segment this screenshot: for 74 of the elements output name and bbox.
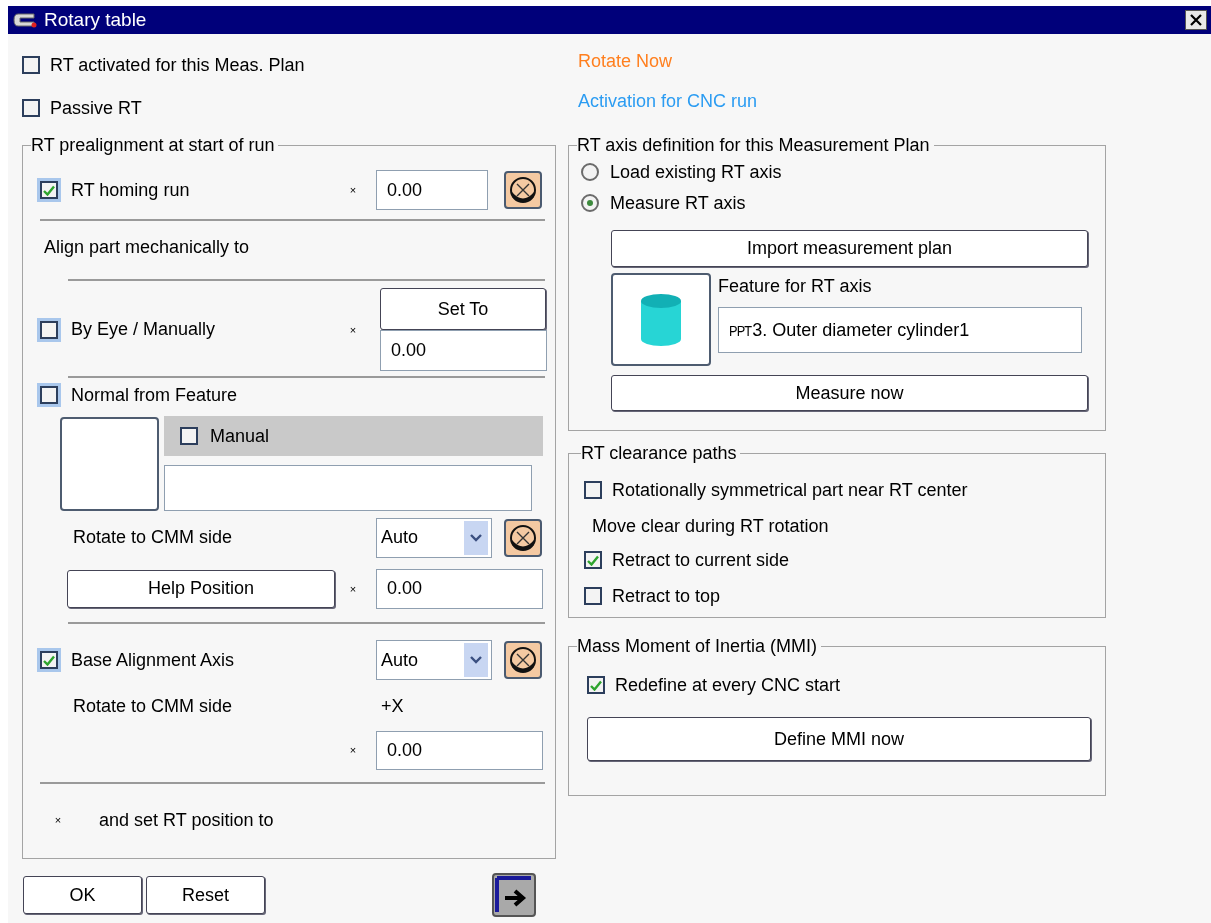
option-label: Load existing RT axis [610, 161, 782, 183]
rotate-label: Rotate to CMM side [73, 527, 233, 548]
set-to-button[interactable]: Set To [380, 288, 546, 330]
unit-mark: × [348, 744, 358, 756]
unit-mark: × [53, 814, 63, 826]
checkbox[interactable] [22, 99, 40, 117]
dialog-button[interactable]: Reset [146, 876, 265, 914]
checkbox[interactable] [180, 427, 198, 445]
app-logo-icon [12, 11, 38, 29]
side-value: +X [381, 695, 404, 717]
position-label: and set RT position to [99, 809, 274, 831]
close-icon [1190, 14, 1202, 26]
checkbox[interactable] [584, 587, 602, 605]
value-field[interactable]: 0.00 [376, 568, 543, 609]
dial-button[interactable] [504, 518, 542, 557]
group-title: RT axis definition for this Measurement Plan [577, 135, 931, 156]
option-label: Retract to top [612, 585, 721, 607]
option-label: RT activated for this Meas. Plan [50, 54, 305, 76]
checkbox[interactable] [40, 320, 58, 339]
option-label: Retract to current side [612, 549, 790, 571]
value-field[interactable]: 0.00 [380, 330, 547, 371]
unit-mark: × [348, 582, 358, 595]
feature-field[interactable]: PPT3. Outer diameter cylinder1 [718, 307, 1082, 353]
dial-button[interactable] [504, 171, 542, 209]
checkbox[interactable] [40, 651, 58, 669]
define-mmi-button[interactable]: Define MMI now [587, 717, 1091, 761]
checkbox[interactable] [584, 481, 602, 499]
help-position-button[interactable]: Help Position [67, 569, 335, 608]
option-label: By Eye / Manually [71, 319, 216, 340]
group-title: RT prealignment at start of run [31, 135, 276, 156]
side-select[interactable]: Auto [376, 517, 492, 558]
measure-button[interactable]: Measure now [611, 375, 1088, 411]
group-title: Mass Moment of Inertia (MMI) [577, 636, 819, 657]
section-label: Align part mechanically to [44, 236, 250, 258]
checkbox[interactable] [22, 56, 40, 74]
feature-thumbnail[interactable] [60, 416, 159, 511]
unit-mark: × [348, 184, 358, 196]
side-select[interactable]: Auto [376, 640, 492, 680]
feature-label: Feature for RT axis [718, 276, 873, 297]
window-title: Rotary table [44, 9, 148, 31]
option-label: Rotationally symmetrical part near RT center [612, 479, 968, 501]
option-label: Normal from Feature [71, 384, 238, 406]
option-label: Base Alignment Axis [71, 649, 235, 671]
import-button[interactable]: Import measurement plan [611, 230, 1088, 267]
option-label: RT homing run [71, 179, 190, 201]
option-label: Measure RT axis [610, 192, 746, 214]
radio-button[interactable] [581, 163, 599, 181]
checkbox[interactable] [40, 386, 58, 404]
group-title: RT clearance paths [581, 443, 738, 464]
value-field[interactable]: 0.00 [376, 730, 543, 770]
radio-button[interactable] [581, 194, 599, 212]
checkbox[interactable] [587, 676, 605, 694]
value-field[interactable]: 0.00 [376, 170, 488, 210]
dial-icon [508, 175, 538, 205]
option-label: Redefine at every CNC start [615, 674, 841, 696]
dial-icon [508, 645, 538, 675]
dialog-button[interactable]: OK [23, 876, 142, 914]
close-button[interactable] [1185, 10, 1207, 30]
dial-button[interactable] [504, 641, 542, 679]
exit-button[interactable] [492, 873, 536, 917]
rotate-label: Rotate to CMM side [73, 695, 233, 717]
checkbox[interactable] [40, 181, 58, 199]
arrow-icon [495, 876, 533, 914]
chevron-icon [464, 643, 488, 677]
section-label: Move clear during RT rotation [592, 515, 829, 537]
dial-icon [508, 522, 538, 553]
feature-thumbnail[interactable] [611, 273, 711, 366]
cylinder-icon [639, 292, 683, 347]
unit-mark: × [348, 323, 358, 336]
feature-field[interactable] [164, 465, 532, 511]
option-label: Manual [210, 425, 270, 447]
checkbox[interactable] [584, 551, 602, 569]
option-label: Passive RT [50, 97, 142, 119]
chevron-icon [464, 520, 488, 555]
